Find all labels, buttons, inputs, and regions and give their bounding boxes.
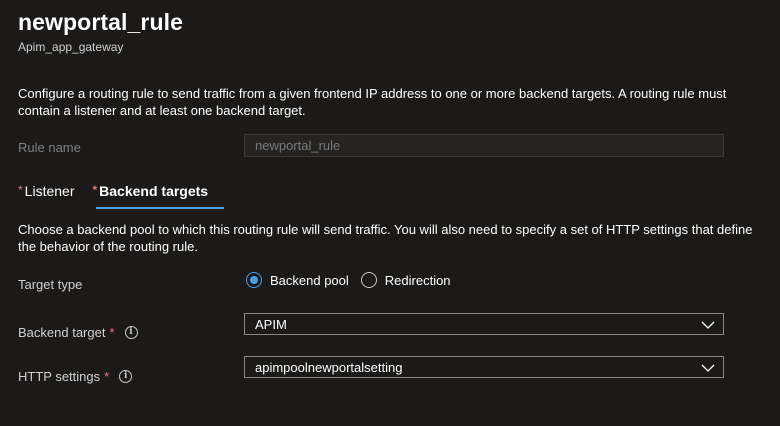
target-type-label: Target type — [18, 277, 82, 292]
required-marker: * — [104, 369, 110, 384]
page-title: newportal_rule — [18, 9, 183, 35]
radio-redirection[interactable]: Redirection — [360, 272, 451, 288]
backend-target-label: Backend target * i — [18, 325, 138, 340]
rule-name-input[interactable]: newportal_rule — [244, 134, 724, 157]
backend-target-value: APIM — [255, 316, 287, 332]
tab-listener-required: * — [18, 183, 23, 197]
tab-backend-targets[interactable]: * Backend targets — [92, 181, 224, 209]
page-subtitle: Apim_app_gateway — [18, 40, 124, 54]
radio-checked-icon — [246, 272, 262, 288]
backend-description: Choose a backend pool to which this rout… — [18, 222, 753, 254]
info-icon[interactable]: i — [124, 326, 138, 339]
chevron-down-icon — [701, 364, 715, 372]
http-settings-value: apimpoolnewportalsetting — [255, 359, 403, 375]
rule-name-value: newportal_rule — [255, 138, 341, 153]
http-settings-dropdown[interactable]: apimpoolnewportalsetting — [244, 356, 724, 378]
tab-backend-label: Backend targets — [99, 183, 209, 199]
routing-rule-panel: newportal_rule Apim_app_gateway Configur… — [0, 0, 780, 426]
backend-target-dropdown[interactable]: APIM — [244, 313, 724, 335]
target-type-radio-group: Backend pool Redirection — [246, 272, 463, 288]
rule-name-label-text: Rule name — [18, 140, 81, 155]
backend-target-label-text: Backend target — [18, 325, 106, 340]
required-marker: * — [109, 325, 115, 340]
chevron-down-icon — [701, 321, 715, 329]
info-icon[interactable]: i — [119, 370, 133, 383]
rule-description: Configure a routing rule to send traffic… — [18, 86, 727, 118]
tab-backend-required: * — [92, 183, 98, 197]
radio-backend-pool-label: Backend pool — [270, 272, 349, 288]
http-settings-label: HTTP settings * i — [18, 369, 133, 384]
radio-unchecked-icon — [360, 272, 377, 288]
radio-redirection-label: Redirection — [384, 272, 451, 288]
tab-listener-label: Listener — [24, 183, 75, 199]
http-settings-label-text: HTTP settings — [18, 369, 101, 384]
radio-backend-pool[interactable]: Backend pool — [246, 272, 349, 288]
target-type-label-text: Target type — [18, 277, 83, 292]
rule-name-label: Rule name — [18, 140, 81, 155]
tab-listener[interactable]: * Listener — [18, 181, 74, 209]
rule-tabs: * Listener * Backend targets — [18, 181, 226, 209]
